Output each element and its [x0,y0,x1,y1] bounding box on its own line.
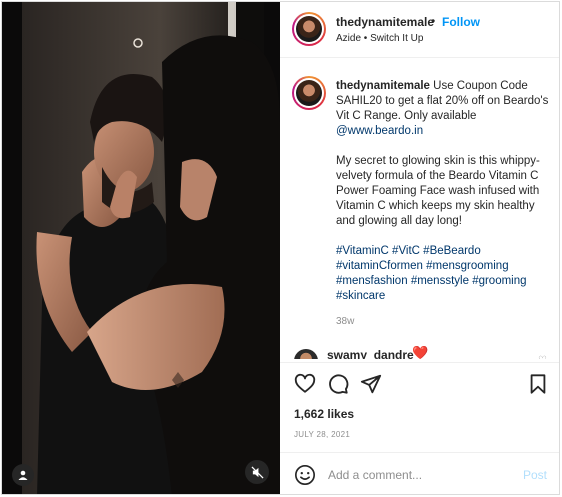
action-bar [280,362,559,402]
follow-button[interactable]: Follow [442,15,480,29]
post-details-panel: thedynamitemale • Follow Azide • Switch … [280,2,559,494]
bookmark-icon[interactable] [527,373,549,395]
hashtag-link[interactable]: #mensstyle [411,275,469,287]
comment-text: ❤️❤️ [412,345,429,359]
post-age[interactable]: 38w [336,316,354,327]
comments-scroll-area[interactable]: thedynamitemale Use Coupon Code SAHIL20 … [280,59,559,359]
post-date[interactable]: JULY 28, 2021 [294,430,350,439]
audio-track-link[interactable]: Azide • Switch It Up [336,33,423,44]
hashtag-link[interactable]: #mensfashion [336,275,408,287]
muted-speaker-icon[interactable] [245,460,269,484]
caption-hashtags: #VitaminC #VitC #BeBeardo #vitaminCforme… [336,244,551,304]
instagram-post-modal: thedynamitemale • Follow Azide • Switch … [1,1,560,495]
comment-bubble-icon[interactable] [327,373,349,395]
hashtag-link[interactable]: #mensgrooming [426,260,508,272]
comment-input[interactable] [328,466,508,484]
likes-count[interactable]: 1,662 likes [294,407,354,421]
caption-mention-link[interactable]: @www.beardo.in [336,125,423,137]
paper-plane-icon[interactable] [360,373,382,395]
caption-paragraph: My secret to glowing skin is this whippy… [336,155,540,227]
emoji-icon[interactable] [294,464,316,486]
hashtag-link[interactable]: #skincare [336,290,385,302]
commenter-avatar[interactable] [294,349,318,359]
hashtag-link[interactable]: #grooming [472,275,526,287]
heart-outline-icon[interactable] [294,373,316,395]
hashtag-link[interactable]: #VitC [392,245,420,257]
commenter-username[interactable]: swamy_dandre [327,348,414,359]
hashtag-link[interactable]: #vitaminCformen [336,260,423,272]
add-comment-bar: Post [280,452,559,494]
hashtag-link[interactable]: #BeBeardo [423,245,481,257]
post-media-video[interactable] [2,2,280,494]
post-comment-button[interactable]: Post [523,468,547,482]
author-username[interactable]: thedynamitemale [336,15,434,29]
hashtag-link[interactable]: #VitaminC [336,245,389,257]
caption-username[interactable]: thedynamitemale [336,80,430,92]
user-tag-icon[interactable] [12,464,34,486]
separator-dot: • [431,14,436,28]
comment-like-icon[interactable]: ♡ [538,355,547,359]
post-header: thedynamitemale • Follow Azide • Switch … [280,2,559,58]
caption-avatar[interactable] [292,76,326,110]
video-frame [2,2,280,494]
post-caption: thedynamitemale Use Coupon Code SAHIL20 … [336,79,551,319]
avatar[interactable] [292,12,326,46]
